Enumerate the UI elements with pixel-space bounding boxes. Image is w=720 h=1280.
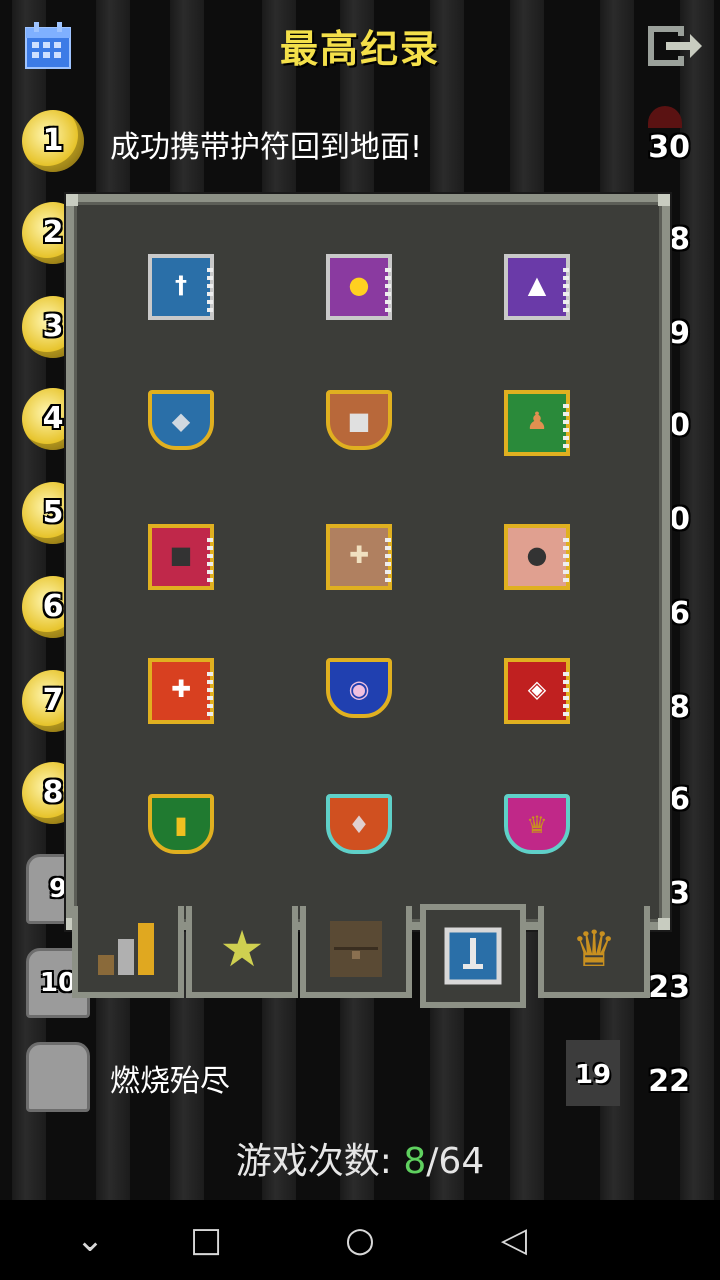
journal-icon xyxy=(306,906,406,992)
record-row-1[interactable]: 1 成功携带护符回到地面! 30 xyxy=(0,102,720,194)
page-title: 最高纪录 xyxy=(279,27,440,71)
gold-book-icon[interactable]: ● xyxy=(322,250,396,324)
sword-book-icon[interactable]: † xyxy=(144,250,218,324)
arrow-up-book-icon[interactable]: ▲ xyxy=(500,250,574,324)
recent-apps-button[interactable]: □ xyxy=(184,1218,228,1262)
gem-shield-icon[interactable]: ◉ xyxy=(322,654,396,728)
record-level: 30 xyxy=(648,130,690,165)
games-current: 8 xyxy=(403,1141,427,1182)
tombstone-icon xyxy=(26,1042,90,1112)
badges-icon xyxy=(426,910,520,1002)
tab-journal[interactable] xyxy=(300,906,412,998)
stats-icon xyxy=(78,906,178,992)
hero-class-icon xyxy=(648,106,682,128)
depth-icon: 19 xyxy=(566,1040,620,1106)
trophy-icon: ♛ xyxy=(571,920,617,978)
games-label: 游戏次数: xyxy=(235,1141,392,1182)
rank-number xyxy=(29,1045,87,1109)
chart-shield-icon[interactable]: ▮ xyxy=(144,790,218,864)
arrow-down-shield-icon[interactable]: ♦ xyxy=(322,790,396,864)
weight-book-icon[interactable]: ■ xyxy=(144,520,218,594)
record-level: 22 xyxy=(648,1064,690,1099)
star-icon: ★ xyxy=(219,920,265,978)
tab-badges[interactable] xyxy=(420,904,526,1008)
games-played: 游戏次数: 8/64 xyxy=(0,1132,720,1184)
depth-number: 19 xyxy=(574,1060,612,1090)
rank-badge: 1 xyxy=(22,110,84,172)
cross-book-icon[interactable]: ✚ xyxy=(144,654,218,728)
rank-number: 1 xyxy=(42,123,64,158)
record-description: 成功携带护符回到地面! xyxy=(110,130,423,165)
games-total: /64 xyxy=(426,1141,485,1182)
pot-book-icon[interactable]: ● xyxy=(500,520,574,594)
exit-icon[interactable] xyxy=(644,24,704,68)
chevron-down-icon[interactable]: ⌄ xyxy=(68,1218,112,1262)
badges-dialog: † ● ▲ ◆ ■ ♟ ■ ✚ ● ✚ ◉ ◈ ▮ ♦ ♛ xyxy=(66,194,670,930)
fish-shield-icon[interactable]: ◆ xyxy=(144,386,218,460)
record-description: 燃烧殆尽 xyxy=(110,1064,230,1099)
eye-book-icon[interactable]: ◈ xyxy=(500,654,574,728)
record-level: 23 xyxy=(648,970,690,1005)
home-button[interactable]: ○ xyxy=(338,1218,382,1262)
tab-stats[interactable] xyxy=(72,906,184,998)
compass-book-icon[interactable]: ✚ xyxy=(322,520,396,594)
bag-shield-icon[interactable]: ■ xyxy=(322,386,396,460)
trophy-shield-icon[interactable]: ♛ xyxy=(500,790,574,864)
system-navigation-bar: ⌄ □ ○ ◁ xyxy=(0,1200,720,1280)
record-row-11[interactable]: 燃烧殆尽 19 22 xyxy=(0,1036,720,1128)
tab-rankings[interactable]: ★ xyxy=(186,906,298,998)
tab-trophies[interactable]: ♛ xyxy=(538,906,650,998)
back-button[interactable]: ◁ xyxy=(492,1218,536,1262)
pawn-book-icon[interactable]: ♟ xyxy=(500,386,574,460)
